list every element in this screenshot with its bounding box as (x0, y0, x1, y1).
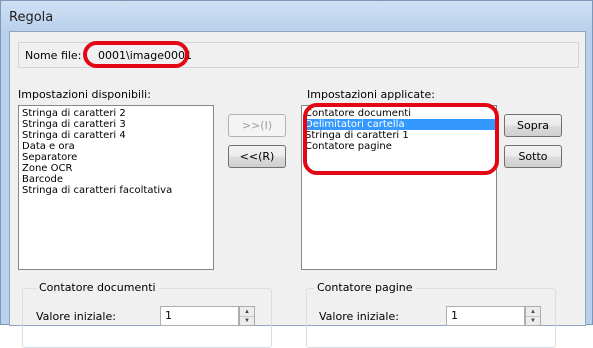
remove-button[interactable]: <<(R) (228, 145, 286, 168)
list-item[interactable]: Stringa di caratteri 4 (20, 130, 212, 141)
move-up-button[interactable]: Sopra (504, 114, 562, 137)
document-counter-title: Contatore documenti (36, 281, 159, 294)
list-item[interactable]: Stringa di caratteri facoltativa (20, 185, 212, 196)
applied-settings-label: Impostazioni applicate: (307, 88, 435, 101)
window-title: Regola (9, 10, 54, 25)
list-item[interactable]: Barcode (20, 174, 212, 185)
document-counter-start-label: Valore iniziale: (36, 310, 116, 323)
list-item[interactable]: Stringa di caratteri 2 (20, 108, 212, 119)
document-counter-spinner[interactable]: ▲ ▼ (239, 306, 255, 326)
page-counter-title: Contatore pagine (314, 281, 416, 294)
document-counter-start-input[interactable]: 1 (160, 306, 239, 326)
add-button[interactable]: >>(I) (228, 114, 286, 137)
triangle-down-icon[interactable]: ▼ (240, 316, 254, 325)
list-item[interactable]: Data e ora (20, 141, 212, 152)
applied-items-highlight (303, 103, 499, 175)
file-name-label: Nome file: (25, 49, 82, 62)
list-item[interactable]: Stringa di caratteri 3 (20, 119, 212, 130)
available-settings-list[interactable]: Stringa di caratteri 2 Stringa di caratt… (18, 105, 214, 270)
page-counter-start-label: Valore iniziale: (319, 310, 399, 323)
title-bar[interactable]: Regola (1, 1, 592, 31)
dialog-client-area: Nome file: 0001\image0001 Impostazioni d… (9, 31, 586, 348)
page-counter-spinner[interactable]: ▲ ▼ (525, 306, 541, 326)
dialog-window: Regola Nome file: 0001\image0001 Imposta… (0, 0, 593, 348)
move-down-button[interactable]: Sotto (504, 145, 562, 168)
page-counter-start-input[interactable]: 1 (446, 306, 525, 326)
file-name-highlight (83, 41, 189, 68)
available-settings-label: Impostazioni disponibili: (18, 88, 151, 101)
list-item[interactable]: Zone OCR (20, 163, 212, 174)
list-item[interactable]: Separatore (20, 152, 212, 163)
triangle-down-icon[interactable]: ▼ (526, 316, 540, 325)
